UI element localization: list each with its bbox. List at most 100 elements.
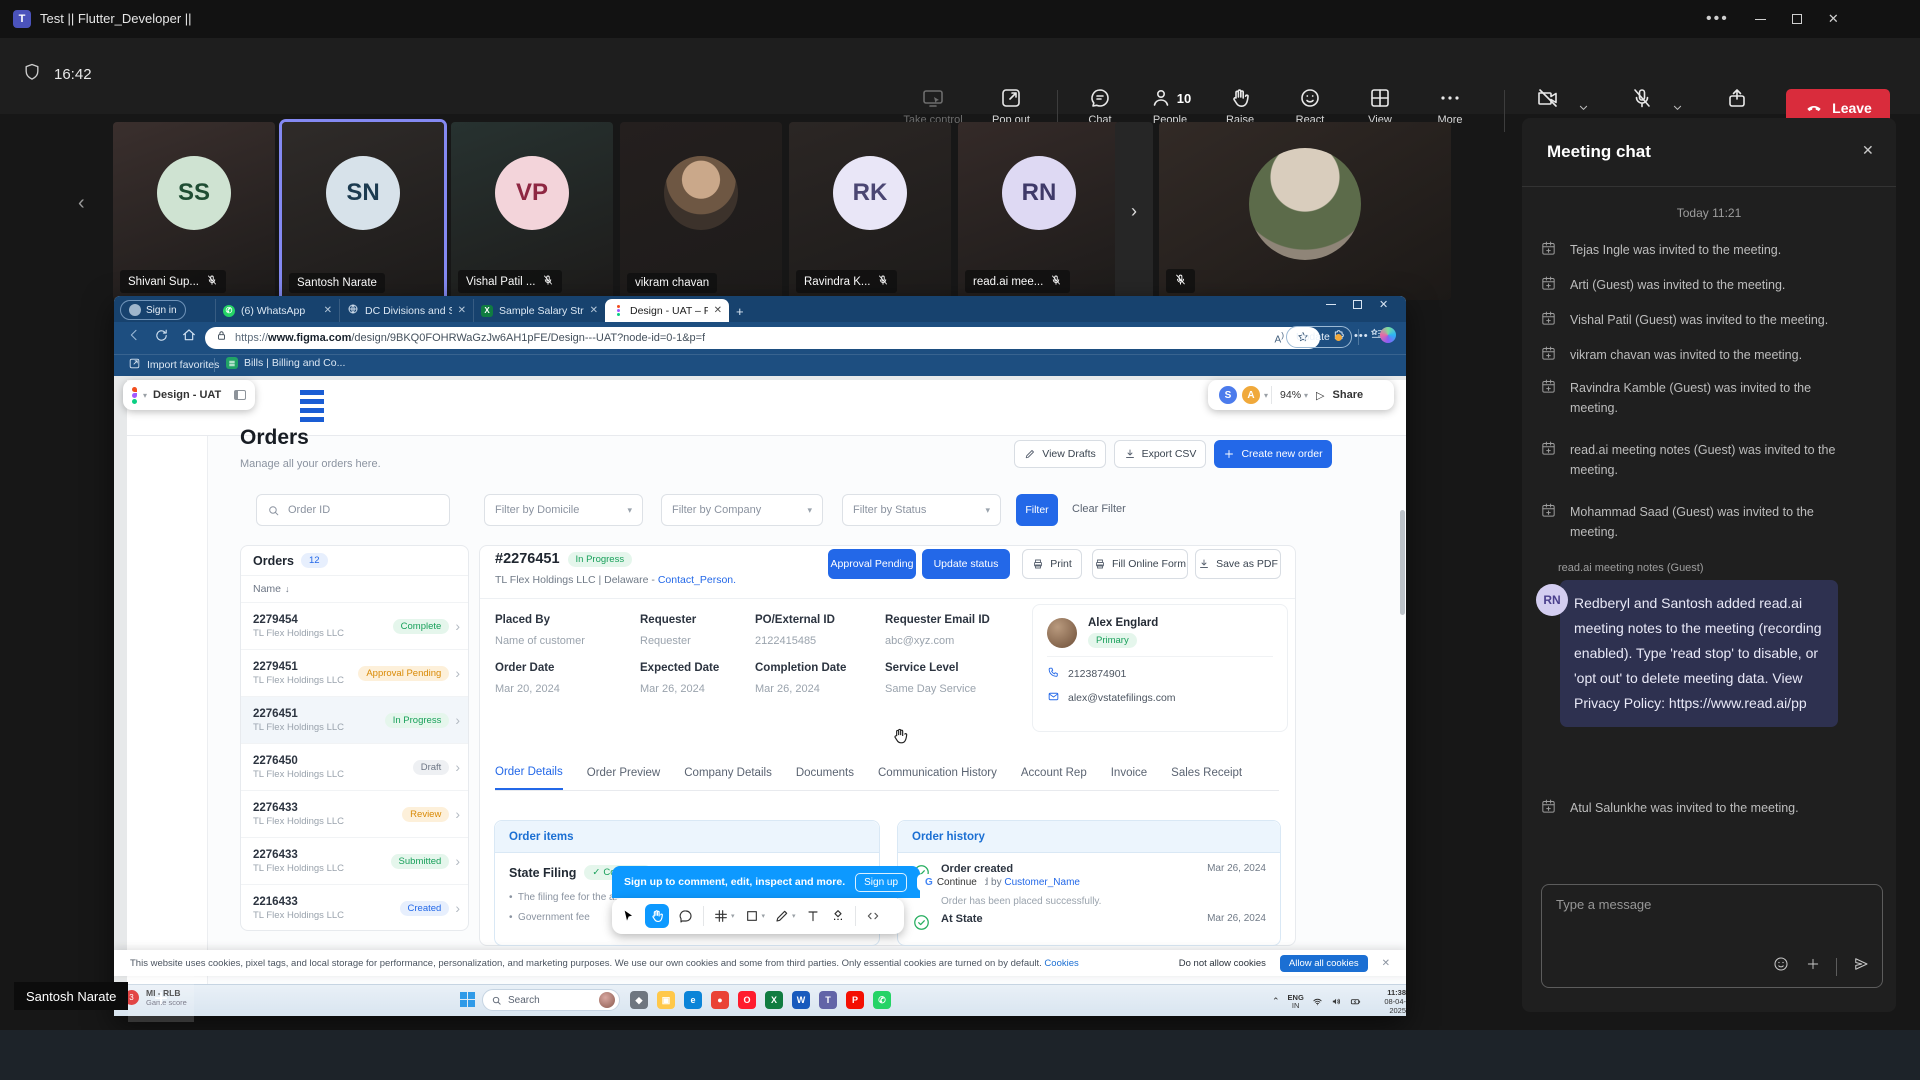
filter-dropdown-2[interactable]: Filter by Status▾ [842,494,1001,526]
detail-fill-online-form-button[interactable]: Fill Online Form [1092,549,1188,579]
tab-documents[interactable]: Documents [796,759,854,789]
banner-continue-button[interactable]: GContinue [917,874,985,891]
tab-communication-history[interactable]: Communication History [878,759,997,789]
minimize-button[interactable] [1755,19,1766,20]
order-row[interactable]: 2276433 TL Flex Holdings LLC Review › [241,790,468,837]
shared-taskbar-app-icon[interactable]: ✆ [873,991,891,1009]
video-tile[interactable]: vikram chavan [620,122,782,300]
order-row[interactable]: 2276451 TL Flex Holdings LLC In Progress… [241,696,468,743]
tab-order-preview[interactable]: Order Preview [587,759,661,789]
action-export-csv-button[interactable]: Export CSV [1114,440,1206,468]
figma-tool-comment[interactable] [678,908,694,924]
shared-taskbar-app-icon[interactable]: ◆ [630,991,648,1009]
figma-tool-pencil[interactable]: ▾ [774,908,796,924]
shared-taskbar-app-icon[interactable]: X [765,991,783,1009]
layout-panel-icon[interactable] [234,390,246,400]
browser-tab[interactable]: DC Divisions and Surroundings✕ [339,299,473,322]
browser-profile-button[interactable]: Sign in [120,300,186,320]
figma-tool-rect[interactable]: ▾ [744,908,766,924]
shared-start-button[interactable] [460,992,475,1007]
deny-cookies-button[interactable]: Do not allow cookies [1179,958,1266,969]
shared-taskbar-app-icon[interactable]: O [738,991,756,1009]
contact-phone[interactable]: 2123874901 [1068,668,1126,680]
detail-print-button[interactable]: Print [1022,549,1082,579]
maximize-button[interactable] [1792,14,1802,24]
order-row[interactable]: 2279451 TL Flex Holdings LLC Approval Pe… [241,649,468,696]
figma-share-button[interactable]: Share [1333,389,1364,401]
video-tile[interactable]: SNSantosh Narate [282,122,444,300]
video-tile[interactable]: SSShivani Sup... [113,122,275,300]
back-icon[interactable] [126,327,142,348]
figma-tool-code[interactable] [865,908,881,924]
cookie-close-icon[interactable]: ✕ [1382,958,1390,969]
send-icon[interactable] [1852,955,1870,978]
tab-close-icon[interactable]: ✕ [324,305,332,316]
browser-tab[interactable]: ✆(6) WhatsApp✕ [215,299,339,322]
shared-taskbar-app-icon[interactable]: e [684,991,702,1009]
detail-save-as-pdf-button[interactable]: Save as PDF [1195,549,1281,579]
close-button[interactable]: ✕ [1828,11,1839,27]
chat-close-icon[interactable]: ✕ [1862,142,1874,159]
figma-tool-diamond[interactable] [830,908,846,924]
tiles-scroll-left-button[interactable]: ‹ [78,192,85,215]
detail-update-status-button[interactable]: Update status [922,549,1010,579]
tab-close-icon[interactable]: ✕ [458,305,466,316]
order-row[interactable]: 2276433 TL Flex Holdings LLC Submitted › [241,837,468,884]
figma-doc-pill[interactable]: ▾ Design - UAT [123,380,255,410]
contact-email[interactable]: alex@vstatefilings.com [1068,692,1176,704]
copilot-icon[interactable] [1380,327,1396,343]
play-icon[interactable]: ▷ [1316,389,1324,402]
browser-close-icon[interactable]: ✕ [1379,298,1388,311]
mic-menu-chevron-icon[interactable] [1670,100,1685,120]
allow-cookies-button[interactable]: Allow all cookies [1280,955,1368,972]
clear-filter-button[interactable]: Clear Filter [1072,503,1126,515]
list-column-header[interactable]: Name [253,583,281,595]
action-create-new-order-button[interactable]: Create new order [1214,440,1332,468]
shared-taskbar-app-icon[interactable]: ▣ [657,991,675,1009]
shared-taskbar-app-icon[interactable]: ● [711,991,729,1009]
browser-tab[interactable]: XSample Salary Structure with calc✕ [473,299,605,322]
shared-taskbar-tray[interactable]: ⌃ ENGIN 11:3808-04-2025 [1272,988,1406,1015]
filter-dropdown-1[interactable]: Filter by Company▾ [661,494,823,526]
figma-tool-hand[interactable] [645,904,669,928]
contact-person-link[interactable]: Contact_Person. [658,574,736,586]
video-tile[interactable]: VPVishal Patil ... [451,122,613,300]
attach-plus-icon[interactable] [1805,956,1821,977]
zoom-select[interactable]: 94%▾ [1280,389,1308,401]
filter-button[interactable]: Filter [1016,494,1058,526]
new-tab-button[interactable]: + [736,304,744,319]
order-id-search-input[interactable]: Order ID [256,494,450,526]
titlebar-more-icon[interactable]: ••• [1706,10,1729,28]
figma-tool-cursorA[interactable] [620,908,636,924]
tab-company-details[interactable]: Company Details [684,759,772,789]
tab-invoice[interactable]: Invoice [1111,759,1147,789]
url-bar[interactable]: https://www.figma.com/design/9BKQ0FOHRWa… [205,327,1320,349]
figma-tool-hash[interactable]: ▾ [713,908,735,924]
home-icon[interactable] [181,327,197,348]
bookmark-bills[interactable]: ≣Bills | Billing and Co... [226,357,345,369]
shared-taskbar-app-icon[interactable]: P [846,991,864,1009]
annotation-plus-button[interactable]: + [128,976,194,1022]
tab-order-details[interactable]: Order Details [495,758,563,790]
emoji-icon[interactable] [1772,955,1790,978]
figma-collaborator-avatar[interactable]: A [1241,385,1261,405]
camera-menu-chevron-icon[interactable] [1576,100,1591,120]
tiles-scroll-right-button[interactable]: › [1115,122,1153,300]
spotlight-video-tile[interactable] [1159,122,1451,300]
chevron-down-icon[interactable]: ▾ [1264,391,1268,400]
figma-tool-textT[interactable] [805,908,821,924]
browser-maximize-icon[interactable] [1353,300,1362,309]
tab-close-icon[interactable]: ✕ [714,305,722,316]
update-button[interactable]: Update [1286,326,1352,348]
filter-dropdown-0[interactable]: Filter by Domicile▾ [484,494,643,526]
figma-collaborator-avatar[interactable]: S [1218,385,1238,405]
figma-scrollbar[interactable] [1400,510,1405,615]
shared-taskbar-app-icon[interactable]: T [819,991,837,1009]
order-row[interactable]: 2276450 TL Flex Holdings LLC Draft › [241,743,468,790]
banner-signup-button[interactable]: Sign up [855,873,907,892]
browser-tab[interactable]: Design - UAT – Figma✕ [605,299,729,322]
action-view-drafts-button[interactable]: View Drafts [1014,440,1106,468]
customer-name-link[interactable]: Customer_Name [1004,877,1080,888]
tab-close-icon[interactable]: ✕ [590,305,598,316]
browser-minimize-icon[interactable] [1326,304,1336,305]
